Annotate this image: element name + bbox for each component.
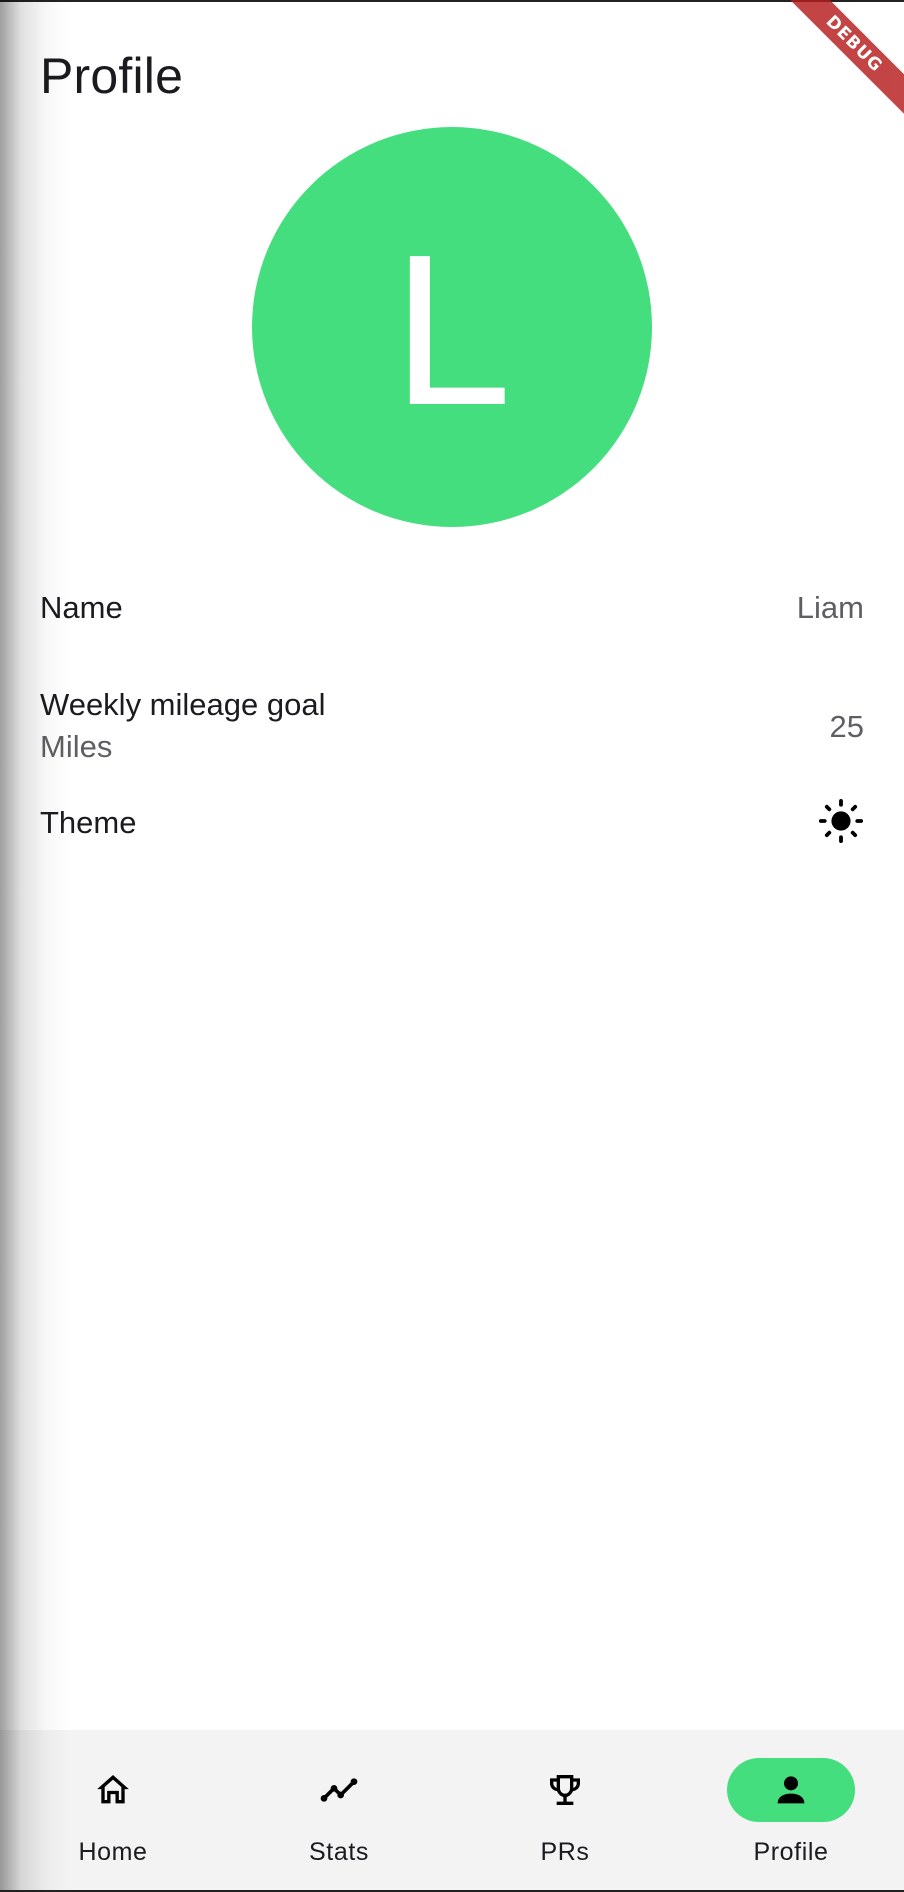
stats-icon	[320, 1778, 358, 1802]
nav-pill-prs	[501, 1758, 629, 1822]
mileage-goal-unit: Miles	[40, 729, 113, 764]
person-icon	[777, 1776, 805, 1804]
debug-banner: DEBUG	[774, 0, 904, 130]
debug-ribbon-label: DEBUG	[776, 0, 904, 122]
nav-item-stats[interactable]: Stats	[226, 1730, 452, 1892]
nav-pill-home	[49, 1758, 177, 1822]
name-setting-row[interactable]: Name Liam	[40, 588, 864, 628]
nav-pill-profile-active	[727, 1758, 855, 1822]
left-edge-shadow	[0, 0, 70, 1892]
nav-item-home[interactable]: Home	[0, 1730, 226, 1892]
nav-label-home: Home	[78, 1838, 148, 1866]
nav-pill-stats	[275, 1758, 403, 1822]
avatar-initial: L	[392, 208, 512, 450]
theme-toggle[interactable]	[818, 798, 864, 849]
name-label: Name	[40, 590, 123, 625]
nav-label-profile: Profile	[753, 1838, 829, 1866]
theme-setting-row[interactable]: Theme	[40, 798, 864, 844]
page-title: Profile	[40, 48, 184, 104]
mileage-goal-value: 25	[829, 709, 864, 744]
theme-label: Theme	[40, 805, 137, 840]
mileage-goal-text: Weekly mileage goal Miles	[40, 685, 325, 769]
nav-item-prs[interactable]: PRs	[452, 1730, 678, 1892]
top-border	[0, 0, 904, 2]
mileage-goal-label: Weekly mileage goal	[40, 687, 326, 722]
avatar[interactable]: L	[252, 127, 652, 527]
bottom-navigation-bar: Home Stats PRs Profile	[0, 1730, 904, 1892]
nav-label-stats: Stats	[309, 1838, 369, 1866]
nav-label-prs: PRs	[540, 1838, 590, 1866]
sun-icon	[818, 798, 864, 843]
profile-screen: Profile DEBUG L Name Liam Weekly mileage…	[0, 0, 904, 1892]
mileage-goal-setting-row[interactable]: Weekly mileage goal Miles 25	[40, 680, 864, 774]
home-icon	[97, 1775, 129, 1804]
trophy-icon	[550, 1775, 580, 1805]
name-value: Liam	[796, 590, 864, 625]
nav-item-profile[interactable]: Profile	[678, 1730, 904, 1892]
